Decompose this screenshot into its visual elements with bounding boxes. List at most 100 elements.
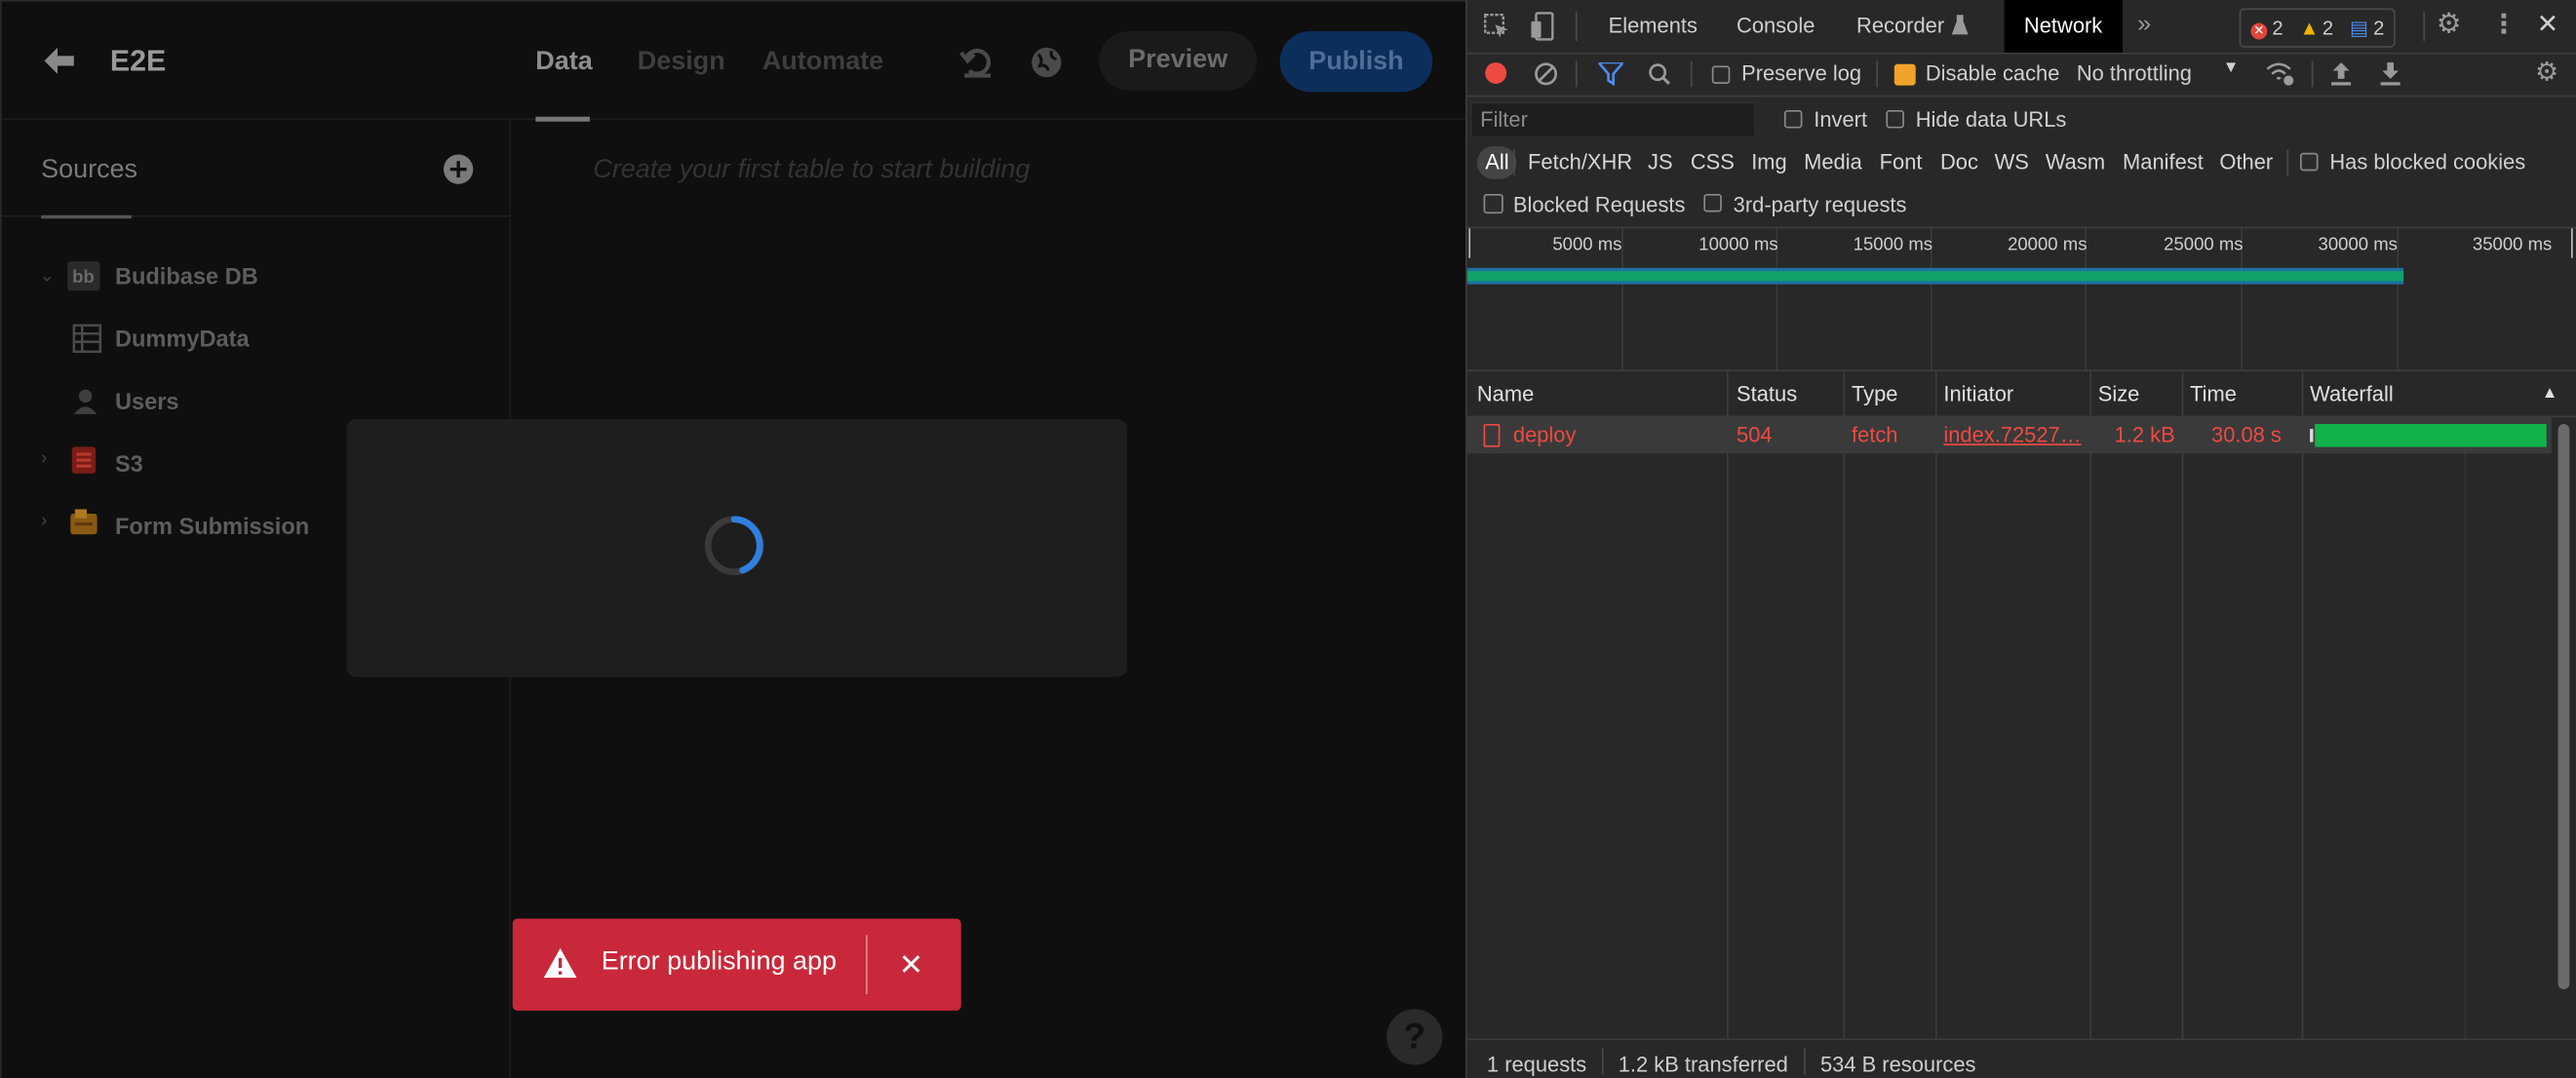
- request-document-icon: [1483, 423, 1501, 447]
- timeline-tick-label: 25000 ms: [2164, 235, 2244, 255]
- chevron-right-icon[interactable]: ›: [41, 448, 47, 468]
- issues-badges[interactable]: ✕ 2 ▲ 2 ▤ 2: [2239, 8, 2397, 48]
- blocked-requests-checkbox[interactable]: [1483, 193, 1503, 214]
- type-filter-doc[interactable]: Doc: [1940, 146, 1978, 179]
- toast-divider: [865, 935, 868, 995]
- back-arrow-icon[interactable]: [41, 45, 77, 78]
- source-item-form-submission[interactable]: Form Submission: [115, 513, 309, 539]
- type-filter-css[interactable]: CSS: [1691, 146, 1735, 179]
- network-overview-timeline[interactable]: 5000 ms 10000 ms 15000 ms 20000 ms 25000…: [1466, 226, 2576, 372]
- request-time: 30.08 s: [2211, 422, 2282, 447]
- search-icon[interactable]: [1648, 62, 1671, 86]
- source-item-dummydata[interactable]: DummyData: [115, 326, 250, 352]
- network-conditions-icon[interactable]: [2266, 60, 2295, 87]
- clear-icon[interactable]: [1535, 62, 1558, 86]
- warning-count: ▲ 2: [2299, 16, 2334, 40]
- column-header-status[interactable]: Status: [1737, 381, 1797, 405]
- third-party-checkbox[interactable]: [1703, 193, 1722, 212]
- request-status: 504: [1737, 422, 1773, 447]
- request-name[interactable]: deploy: [1513, 422, 1577, 446]
- type-filter-wasm[interactable]: Wasm: [2046, 146, 2105, 179]
- table-scrollbar[interactable]: [2557, 423, 2570, 989]
- preserve-log-checkbox[interactable]: [1711, 65, 1731, 84]
- form-icon: [70, 509, 98, 535]
- invert-checkbox[interactable]: [1783, 109, 1803, 129]
- help-button[interactable]: ?: [1386, 1009, 1443, 1065]
- type-filter-manifest[interactable]: Manifest: [2123, 146, 2204, 179]
- close-devtools-icon[interactable]: ✕: [2537, 8, 2559, 41]
- source-item-s3[interactable]: S3: [115, 450, 143, 477]
- message-icon: ▤: [2349, 16, 2369, 40]
- tab-recorder[interactable]: Recorder: [1856, 13, 1944, 37]
- inspect-element-icon[interactable]: [1484, 13, 1510, 39]
- publish-button[interactable]: Publish: [1279, 31, 1433, 93]
- more-tabs-icon[interactable]: »: [2137, 10, 2151, 38]
- tab-design[interactable]: Design: [638, 48, 725, 77]
- column-header-waterfall[interactable]: Waterfall: [2310, 381, 2394, 405]
- request-initiator-link[interactable]: index.72527…: [1943, 422, 2081, 446]
- request-count: 1 requests: [1486, 1052, 1587, 1077]
- tab-automate[interactable]: Automate: [762, 48, 883, 77]
- filter-icon[interactable]: [1598, 62, 1623, 86]
- import-har-icon[interactable]: [2331, 60, 2352, 86]
- message-count: ▤ 2: [2349, 16, 2385, 40]
- chevron-right-icon[interactable]: ›: [41, 511, 47, 530]
- hide-data-urls-checkbox[interactable]: [1886, 109, 1904, 129]
- error-icon: ✕: [2250, 22, 2268, 40]
- sources-title: Sources: [41, 156, 138, 184]
- tab-console[interactable]: Console: [1737, 13, 1815, 37]
- globe-icon[interactable]: [1029, 45, 1065, 81]
- network-settings-gear-icon[interactable]: ⚙: [2535, 56, 2558, 89]
- type-filter-all[interactable]: All: [1476, 146, 1518, 179]
- empty-state-hint: Create your first table to start buildin…: [593, 156, 1031, 184]
- type-filter-other[interactable]: Other: [2219, 146, 2273, 179]
- column-header-size[interactable]: Size: [2098, 381, 2140, 405]
- request-size: 1.2 kB: [2114, 422, 2175, 447]
- column-header-time[interactable]: Time: [2190, 381, 2237, 405]
- more-options-icon[interactable]: ⋮: [2490, 8, 2517, 41]
- column-header-type[interactable]: Type: [1852, 381, 1897, 405]
- type-filter-font[interactable]: Font: [1880, 146, 1923, 179]
- table-row[interactable]: deploy 504 fetch index.72527… 1.2 kB 30.…: [1466, 417, 2552, 454]
- has-blocked-cookies-checkbox[interactable]: [2300, 152, 2319, 172]
- tab-network[interactable]: Network: [2004, 0, 2123, 53]
- close-icon[interactable]: ✕: [899, 948, 923, 982]
- settings-gear-icon[interactable]: ⚙: [2437, 8, 2462, 41]
- request-type: fetch: [1851, 422, 1898, 447]
- source-item-users[interactable]: Users: [115, 388, 179, 414]
- throttling-select[interactable]: No throttling: [2077, 60, 2192, 85]
- warning-icon: [543, 947, 577, 979]
- sort-ascending-icon[interactable]: ▲: [2542, 385, 2558, 404]
- device-toolbar-icon[interactable]: [1530, 12, 1556, 41]
- error-count: ✕ 2: [2250, 17, 2283, 40]
- blocked-requests-label: Blocked Requests: [1512, 192, 1686, 217]
- filter-row: Filter Invert Hide data URLs: [1467, 96, 2576, 142]
- tab-elements[interactable]: Elements: [1609, 13, 1698, 37]
- export-har-icon[interactable]: [2380, 60, 2400, 86]
- type-filter-js[interactable]: JS: [1648, 146, 1673, 179]
- preserve-log-label: Preserve log: [1741, 60, 1862, 86]
- preview-button[interactable]: Preview: [1099, 31, 1258, 91]
- source-item-budibase-db[interactable]: Budibase DB: [115, 263, 258, 289]
- type-filter-ws[interactable]: WS: [1995, 146, 2029, 179]
- network-status-bar: 1 requests 1.2 kB transferred 534 B reso…: [1466, 1038, 2576, 1078]
- column-header-initiator[interactable]: Initiator: [1943, 381, 2013, 405]
- filter-input[interactable]: Filter: [1470, 101, 1757, 138]
- network-toolbar: Preserve log Disable cache No throttling…: [1466, 53, 2576, 97]
- dropdown-arrow-icon[interactable]: ▼: [2223, 59, 2240, 78]
- timeline-tick-label: 5000 ms: [1552, 235, 1622, 255]
- column-header-name[interactable]: Name: [1477, 381, 1534, 405]
- revert-icon[interactable]: [959, 45, 995, 81]
- chevron-down-icon[interactable]: ⌄: [39, 264, 55, 286]
- hide-data-urls-label: Hide data URLs: [1915, 106, 2067, 132]
- requests-table: Name Status Type Initiator Size Time Wat…: [1466, 371, 2576, 1078]
- type-filter-img[interactable]: Img: [1751, 146, 1787, 179]
- tab-data[interactable]: Data: [535, 48, 592, 77]
- type-filter-media[interactable]: Media: [1804, 146, 1862, 179]
- type-filter-fetch-xhr[interactable]: Fetch/XHR: [1528, 146, 1632, 179]
- disable-cache-checkbox[interactable]: [1893, 63, 1916, 86]
- add-source-icon[interactable]: [442, 153, 475, 186]
- timeline-tick-label: 30000 ms: [2318, 235, 2398, 255]
- timeline-tick-label: 15000 ms: [1853, 235, 1933, 255]
- record-icon[interactable]: [1485, 62, 1507, 84]
